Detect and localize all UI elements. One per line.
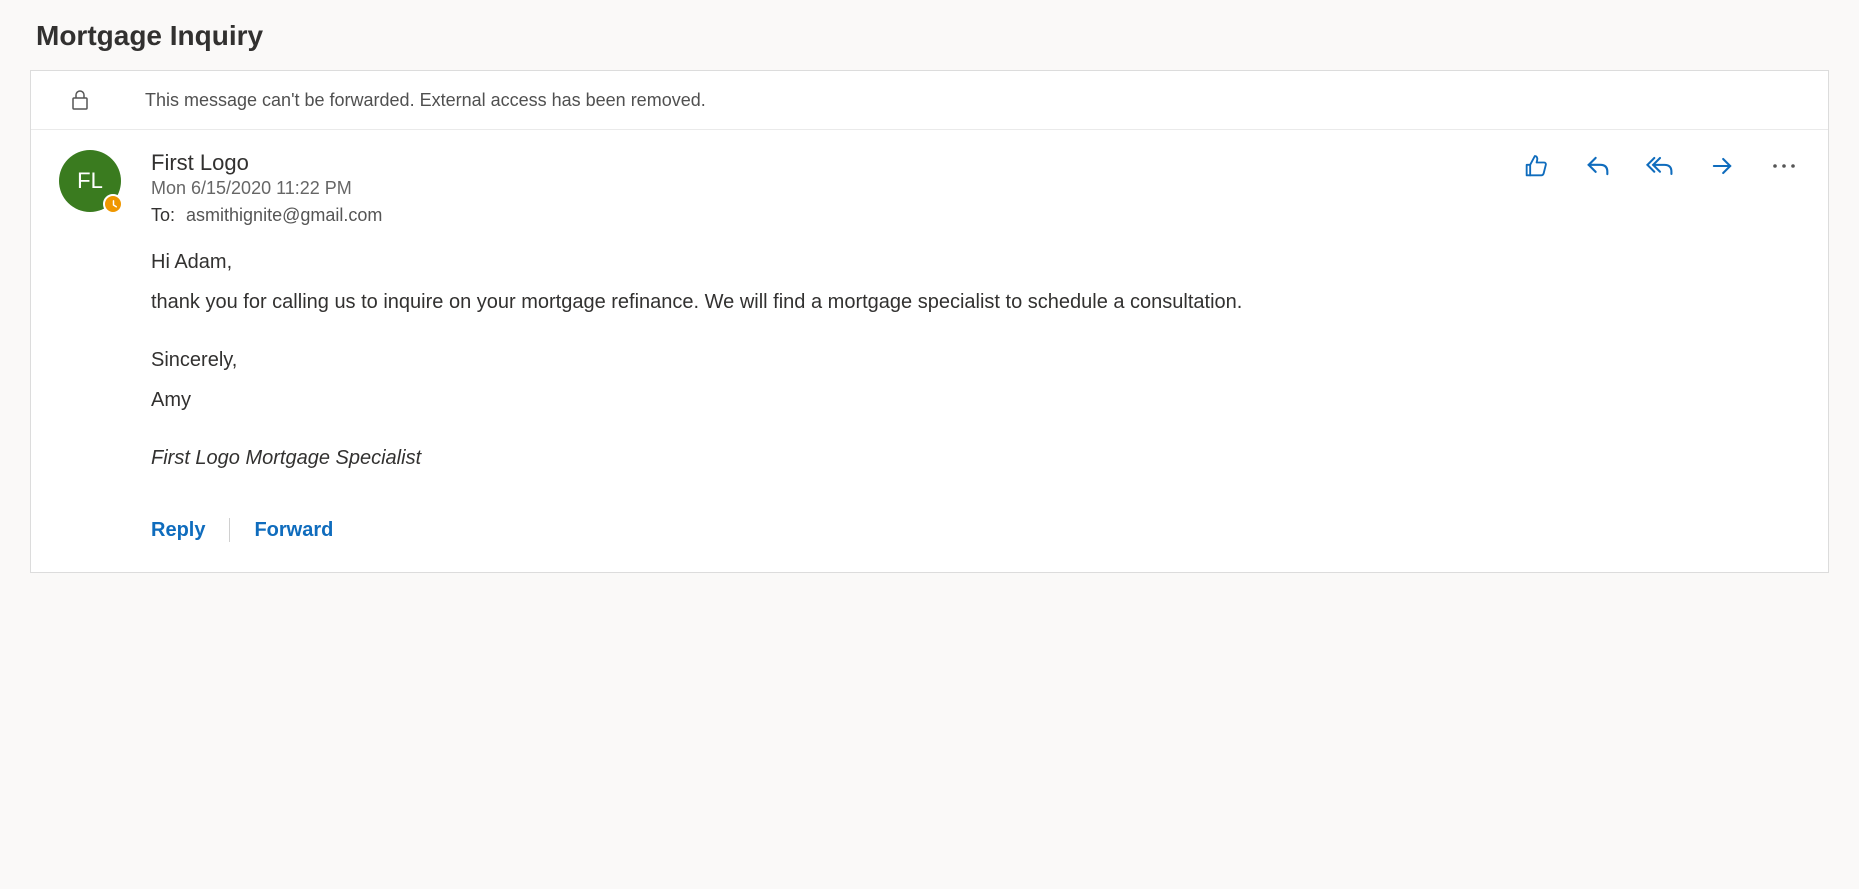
body-signature-title: First Logo Mortgage Specialist bbox=[151, 442, 1800, 474]
bottom-actions: Reply Forward bbox=[151, 514, 1800, 546]
reply-button[interactable] bbox=[1582, 150, 1614, 182]
forward-link[interactable]: Forward bbox=[254, 514, 333, 546]
body-greeting: Hi Adam, bbox=[151, 246, 1800, 278]
more-actions-button[interactable] bbox=[1768, 150, 1800, 182]
banner-text: This message can't be forwarded. Externa… bbox=[145, 90, 706, 111]
to-recipient[interactable]: asmithignite@gmail.com bbox=[186, 205, 382, 225]
forward-button[interactable] bbox=[1706, 150, 1738, 182]
message-actions bbox=[1520, 150, 1800, 182]
email-subject: Mortgage Inquiry bbox=[36, 20, 1829, 52]
lock-icon bbox=[55, 89, 105, 111]
body-paragraph-1: thank you for calling us to inquire on y… bbox=[151, 286, 1800, 318]
presence-away-icon bbox=[103, 194, 123, 214]
to-label: To: bbox=[151, 205, 175, 225]
to-line: To: asmithignite@gmail.com bbox=[151, 205, 1800, 226]
reply-all-button[interactable] bbox=[1644, 150, 1676, 182]
sender-avatar[interactable]: FL bbox=[59, 150, 121, 212]
email-card: This message can't be forwarded. Externa… bbox=[30, 70, 1829, 573]
info-banner: This message can't be forwarded. Externa… bbox=[31, 71, 1828, 130]
avatar-initials: FL bbox=[77, 168, 103, 194]
separator bbox=[229, 518, 230, 542]
reply-link[interactable]: Reply bbox=[151, 514, 205, 546]
body-sincerely: Sincerely, bbox=[151, 344, 1800, 376]
email-header: FL First Logo Mon 6/15/2020 11:22 PM To:… bbox=[31, 130, 1828, 236]
like-button[interactable] bbox=[1520, 150, 1552, 182]
email-body: Hi Adam, thank you for calling us to inq… bbox=[31, 236, 1828, 572]
body-signoff-name: Amy bbox=[151, 384, 1800, 416]
